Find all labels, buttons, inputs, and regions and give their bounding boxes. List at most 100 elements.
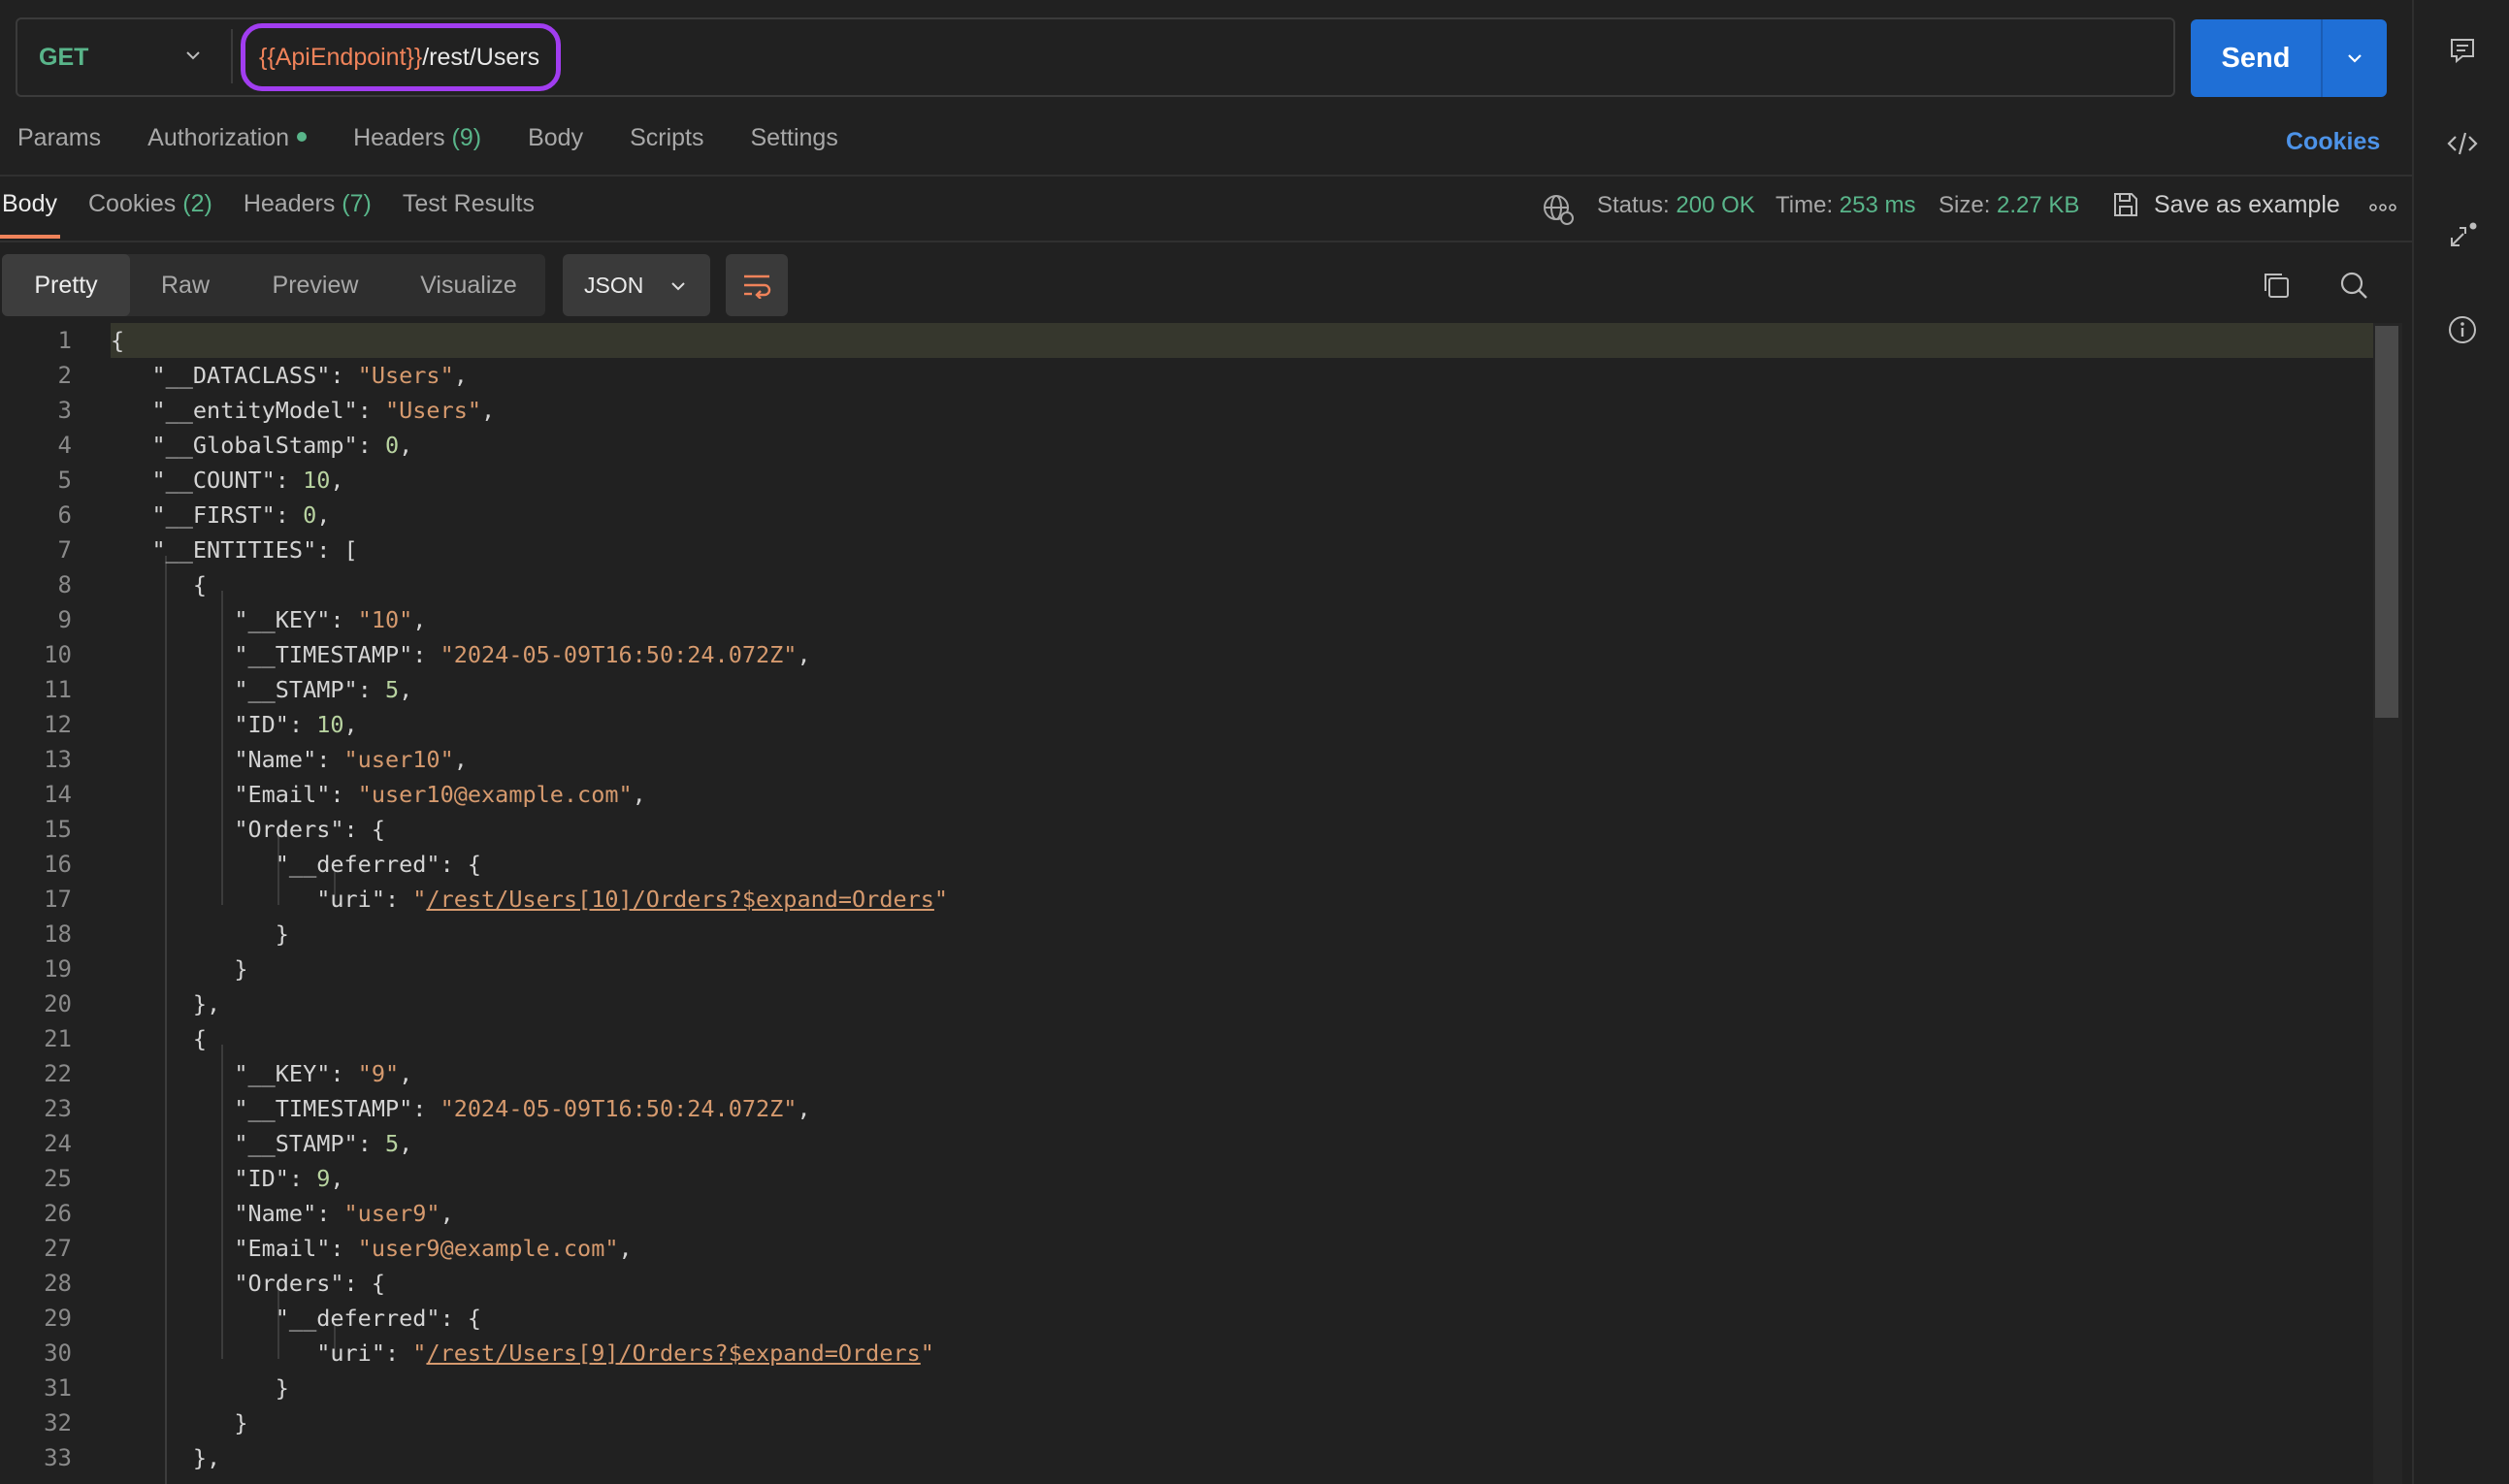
line-number: 1 (57, 327, 72, 354)
line-number: 33 (44, 1444, 72, 1471)
chevron-down-icon (2348, 54, 2362, 63)
response-tab-headers[interactable]: Headers (7) (244, 190, 372, 218)
code-line: "__STAMP": 5, (234, 1130, 413, 1157)
globe-network-icon[interactable] (1541, 192, 1576, 227)
uri-link[interactable]: /rest/Users[9]/Orders?$expand=Orders (426, 1339, 920, 1367)
line-number: 12 (44, 711, 72, 738)
line-number: 28 (44, 1270, 72, 1297)
line-number: 14 (44, 781, 72, 808)
search-icon[interactable] (2336, 268, 2371, 303)
word-wrap-button[interactable] (726, 254, 788, 316)
format-select[interactable]: JSON (563, 254, 710, 316)
code-line: "__DATACLASS": "Users", (151, 362, 468, 389)
code-line: "Orders": { (234, 1270, 385, 1297)
line-number: 8 (57, 571, 72, 598)
view-pretty-button[interactable]: Pretty (2, 254, 130, 316)
editor-scroll-thumb[interactable] (2375, 326, 2398, 718)
line-number: 13 (44, 746, 72, 773)
url-variable: {{ApiEndpoint}} (259, 43, 423, 71)
info-icon[interactable] (2443, 310, 2482, 349)
tab-params[interactable]: Params (17, 124, 101, 163)
status-label: Status: (1597, 192, 1670, 218)
code-line: }, (111, 990, 221, 1017)
line-number: 26 (44, 1200, 72, 1227)
cookies-link[interactable]: Cookies (2286, 128, 2380, 156)
format-label: JSON (584, 272, 644, 298)
method-select[interactable]: GET (21, 19, 215, 95)
line-number: 31 (44, 1374, 72, 1402)
code-line: "Name": "user9", (234, 1200, 454, 1227)
code-line: } (111, 955, 248, 983)
response-tabs: Body Cookies (2) Headers (7) Test Result… (2, 190, 535, 218)
line-number: 3 (57, 397, 72, 424)
cookies-count: (2) (182, 190, 212, 217)
response-headers-count: (7) (342, 190, 372, 217)
size-info: Size: 2.27 KB (1939, 192, 2079, 219)
code-line: "__entityModel": "Users", (151, 397, 496, 424)
code-line: { (111, 1025, 208, 1052)
related-requests-icon[interactable] (2443, 217, 2482, 256)
view-visualize-button[interactable]: Visualize (406, 254, 532, 316)
code-icon[interactable] (2443, 124, 2482, 163)
response-body-editor[interactable]: 1 2 3 4 5 6 7 8 9 10 11 12 13 14 15 16 17 18 19 20 21 22 23 24 2… (0, 323, 2402, 1484)
line-number: 2 (57, 362, 72, 389)
code-line: "__deferred": { (275, 1305, 482, 1332)
code-line: } (111, 1374, 289, 1402)
time-label: Time: (1776, 192, 1834, 218)
line-number: 4 (57, 432, 72, 459)
code-line: { (111, 571, 208, 598)
uri-link[interactable]: /rest/Users[10]/Orders?$expand=Orders (426, 886, 933, 913)
line-number: 9 (57, 606, 72, 633)
line-number: 32 (44, 1409, 72, 1436)
send-button[interactable]: Send (2191, 19, 2321, 97)
response-tab-test-results[interactable]: Test Results (403, 190, 535, 218)
tab-settings[interactable]: Settings (750, 124, 837, 163)
chevron-down-icon (671, 282, 685, 291)
line-number: 20 (44, 990, 72, 1017)
line-number: 22 (44, 1060, 72, 1087)
copy-icon[interactable] (2259, 268, 2294, 303)
headers-count: (9) (451, 124, 482, 151)
time-info: Time: 253 ms (1776, 192, 1915, 219)
tab-body[interactable]: Body (528, 124, 583, 163)
time-value[interactable]: 253 ms (1840, 192, 1916, 218)
line-number: 6 (57, 501, 72, 529)
url-input[interactable]: {{ApiEndpoint}}/rest/Users (241, 23, 561, 91)
line-number: 18 (44, 920, 72, 948)
line-number: 19 (44, 955, 72, 983)
view-preview-button[interactable]: Preview (254, 254, 376, 316)
response-tab-cookies[interactable]: Cookies (2) (88, 190, 212, 218)
line-number: 29 (44, 1305, 72, 1332)
auth-indicator-dot (297, 132, 308, 143)
response-tab-body[interactable]: Body (2, 190, 57, 218)
comment-icon[interactable] (2443, 31, 2482, 70)
code-line: "__ENTITIES": [ (151, 536, 358, 564)
tab-authorization[interactable]: Authorization (147, 124, 308, 163)
line-number: 10 (44, 641, 72, 668)
view-raw-button[interactable]: Raw (142, 254, 229, 316)
url-divider (231, 29, 233, 83)
save-as-example-button[interactable]: Save as example (2111, 190, 2340, 219)
code-line: "uri": "/rest/Users[10]/Orders?$expand=O… (316, 886, 949, 913)
response-tab-headers-label: Headers (243, 190, 336, 217)
status-value[interactable]: 200 OK (1676, 192, 1754, 218)
more-horizontal-icon[interactable] (2365, 196, 2400, 219)
size-label: Size: (1939, 192, 1991, 218)
code-line: } (111, 1409, 248, 1436)
tab-headers[interactable]: Headers (9) (353, 124, 481, 163)
code-line: } (111, 920, 289, 948)
code-line: "__TIMESTAMP": "2024-05-09T16:50:24.072Z… (234, 641, 811, 668)
tab-scripts[interactable]: Scripts (630, 124, 703, 163)
line-number: 7 (57, 536, 72, 564)
url-path: /rest/Users (422, 43, 540, 71)
tab-headers-label: Headers (353, 124, 445, 151)
line-number: 30 (44, 1339, 72, 1367)
line-number: 24 (44, 1130, 72, 1157)
code-line: "__FIRST": 0, (151, 501, 331, 529)
code-line: "__TIMESTAMP": "2024-05-09T16:50:24.072Z… (234, 1095, 811, 1122)
line-number: 11 (44, 676, 72, 703)
size-value[interactable]: 2.27 KB (1997, 192, 2079, 218)
method-label: GET (39, 43, 89, 71)
active-tab-underline (0, 235, 60, 239)
send-options-button[interactable] (2321, 19, 2387, 97)
